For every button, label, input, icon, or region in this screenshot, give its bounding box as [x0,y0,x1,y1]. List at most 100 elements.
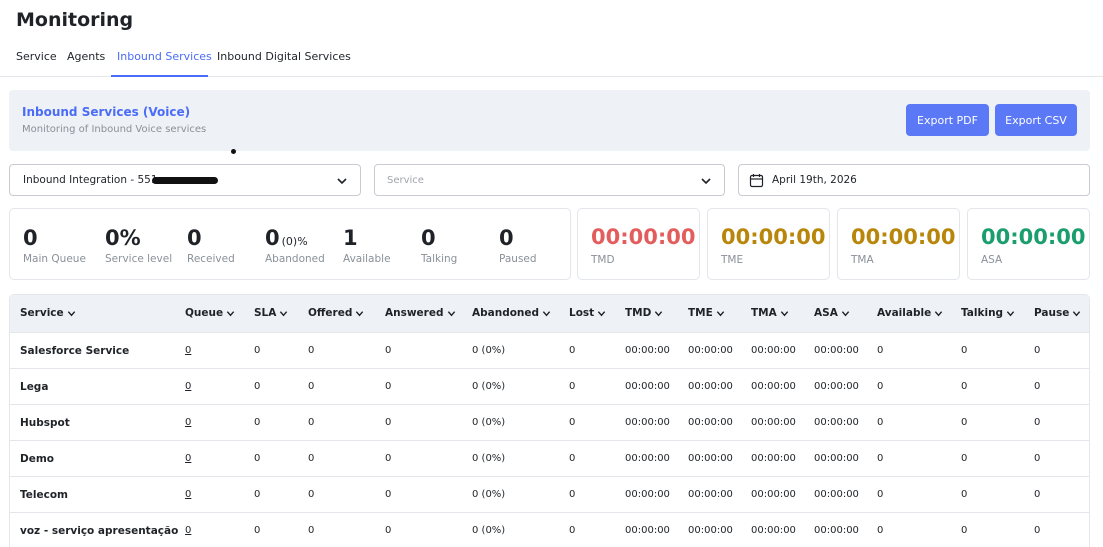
table-cell: 00:00:00 [625,381,670,392]
column-header-answered[interactable]: Answered [385,307,456,319]
tmd-value: 00:00:00 [591,225,696,249]
queue-link[interactable]: 0 [185,381,191,392]
column-header-abandoned[interactable]: Abandoned [472,307,551,319]
table-cell: 0 [308,489,315,500]
table-cell: 0 (0%) [472,381,506,392]
section-title: Inbound Services (Voice) [22,105,191,119]
table-cell: 0 [1034,453,1041,464]
tab-inbound-digital-services[interactable]: Inbound Digital Services [217,50,351,63]
tmd-card: 00:00:00 TMD [577,208,700,280]
column-header-sla[interactable]: SLA [254,307,288,319]
table-cell: 0 [308,381,315,392]
metric-label: Abandoned [265,253,325,265]
metric-label: Service level [105,253,173,265]
tab-agents[interactable]: Agents [67,50,105,63]
date-picker[interactable]: April 19th, 2026 [738,164,1090,196]
sort-chevron-icon [356,310,364,316]
sort-chevron-icon [1073,310,1081,316]
column-header-lost[interactable]: Lost [569,307,606,319]
tab-service[interactable]: Service [16,50,57,63]
table-cell: 0 [877,489,884,500]
table-cell: 0 [961,525,968,536]
table-row: voz - serviço apresentação 0 0 0 0 0 (0%) 0 00:… [10,513,1089,547]
column-header-label: ASA [814,307,838,319]
asa-card: 00:00:00 ASA [967,208,1090,280]
column-header-service[interactable]: Service [20,307,76,319]
table-cell: 0 [254,525,261,536]
table-cell: 0 [1034,381,1041,392]
service-select-placeholder: Service [387,175,424,186]
column-header-asa[interactable]: ASA [814,307,850,319]
column-header-label: Queue [185,307,224,319]
column-header-offered[interactable]: Offered [308,307,364,319]
table-cell: 00:00:00 [625,489,670,500]
table-cell: 0 (0%) [472,453,506,464]
table-row: Hubspot 0 0 0 0 0 (0%) 0 00:00:00 00:00:00 00:00:… [10,405,1089,441]
metric-extra: (0)% [281,235,308,248]
table-cell: 00:00:00 [625,525,670,536]
metric-available: 1 Available [343,226,391,265]
column-header-label: TME [688,307,713,319]
table-cell: 00:00:00 [814,525,859,536]
queue-link[interactable]: 0 [185,453,191,464]
table-header: Service Queue SLA Offered Answered Abandoned L… [10,295,1089,333]
table-cell: 00:00:00 [688,525,733,536]
export-csv-button[interactable]: Export CSV [995,104,1077,136]
chevron-down-icon [337,178,347,185]
service-name-cell: voz - serviço apresentação [20,525,179,537]
table-cell: 0 [877,453,884,464]
table-cell: 0 [385,417,392,428]
column-header-available[interactable]: Available [877,307,943,319]
table-cell: 0 [385,525,392,536]
sort-chevron-icon [841,310,850,316]
column-header-pause[interactable]: Pause [1034,307,1081,319]
export-pdf-button[interactable]: Export PDF [906,104,989,136]
tab-bar: Service Agents Inbound Services Inbound … [0,40,1103,77]
table-cell: 0 [1034,345,1041,356]
asa-label: ASA [981,254,1003,266]
table-cell: 0 [254,417,261,428]
table-cell: 0 [961,345,968,356]
table-cell: 00:00:00 [688,345,733,356]
metric-main-queue: 0 Main Queue [23,226,86,265]
queue-link[interactable]: 0 [185,525,191,536]
metric-service-level: 0% Service level [105,226,172,265]
metric-value: 1 [343,226,358,250]
column-header-tmd[interactable]: TMD [625,307,663,319]
column-header-tme[interactable]: TME [688,307,725,319]
table-cell: 0 [254,489,261,500]
table-row: Salesforce Service 0 0 0 0 0 (0%) 0 00:00:00 00:… [10,333,1089,369]
asa-value: 00:00:00 [981,225,1086,249]
active-tab-indicator [111,75,208,77]
table-cell: 0 (0%) [472,417,506,428]
table-cell: 00:00:00 [751,489,796,500]
tab-inbound-services[interactable]: Inbound Services [117,50,212,63]
column-header-talking[interactable]: Talking [961,307,1015,319]
table-cell: 00:00:00 [751,525,796,536]
metric-value: 0 [23,226,38,250]
table-cell: 0 [877,345,884,356]
table-cell: 00:00:00 [751,381,796,392]
queue-link[interactable]: 0 [185,417,191,428]
queue-link[interactable]: 0 [185,489,191,500]
column-header-label: Lost [569,307,595,319]
table-cell: 00:00:00 [688,417,733,428]
column-header-label: Talking [961,307,1004,319]
integration-select[interactable]: Inbound Integration - 551 [9,164,361,196]
column-header-queue[interactable]: Queue [185,307,235,319]
table-cell: 00:00:00 [688,489,733,500]
queue-link[interactable]: 0 [185,345,191,356]
column-header-tma[interactable]: TMA [751,307,789,319]
table-cell: 00:00:00 [814,417,859,428]
tma-card: 00:00:00 TMA [837,208,960,280]
sort-chevron-icon [280,310,288,316]
sort-chevron-icon [655,310,663,316]
table-cell: 0 [385,453,392,464]
table-cell: 0 [308,345,315,356]
metric-value: 0% [105,226,141,250]
table-cell: 0 (0%) [472,525,506,536]
table-cell: 0 [308,453,315,464]
metric-value: 0 [421,226,436,250]
service-select[interactable]: Service [374,164,725,196]
metric-label: Paused [499,253,537,265]
